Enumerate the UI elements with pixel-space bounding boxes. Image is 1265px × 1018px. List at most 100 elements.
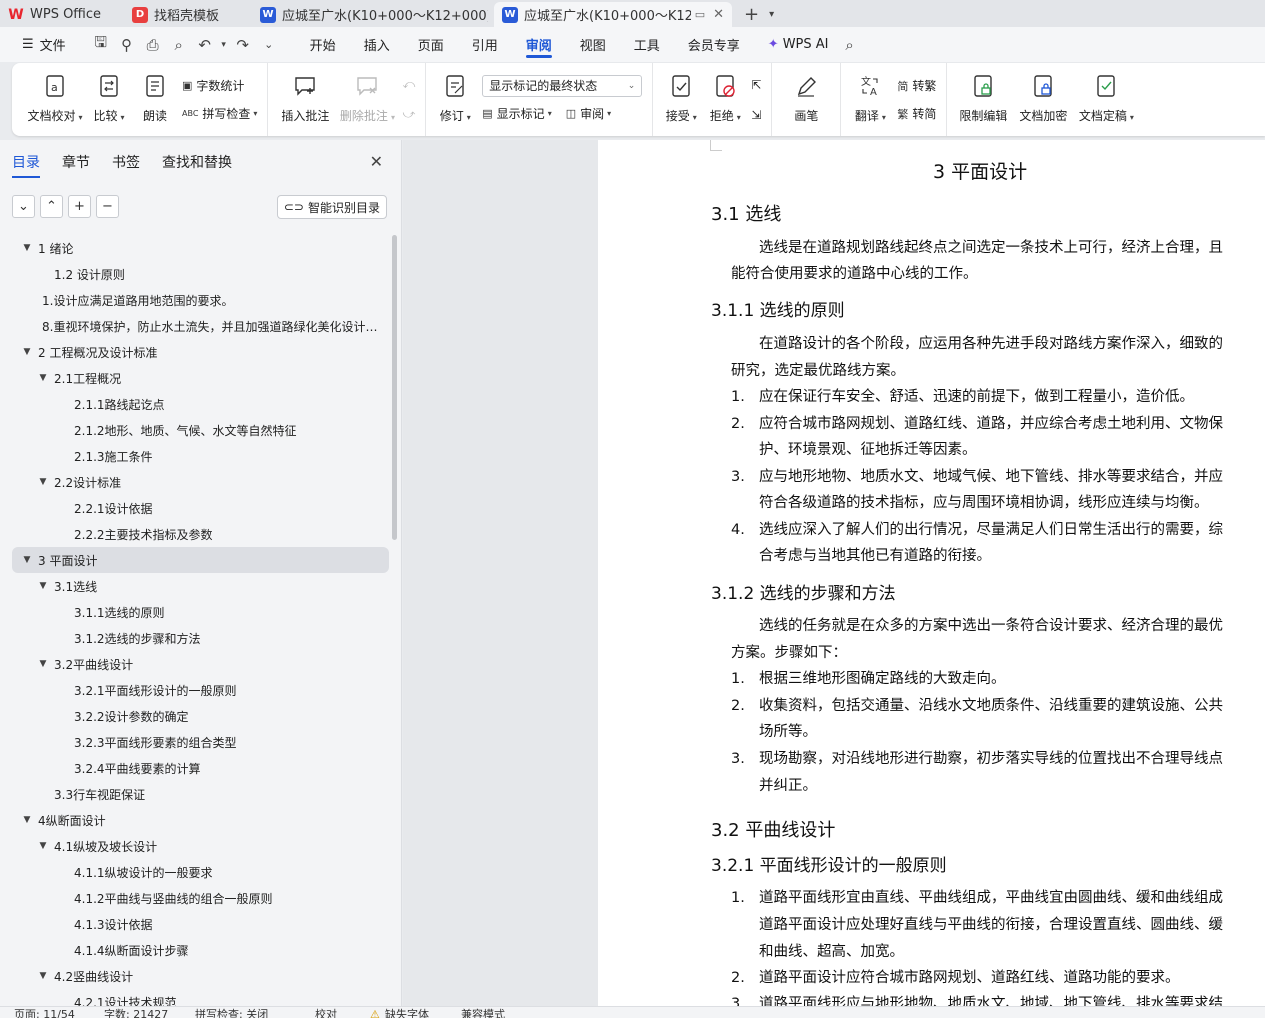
finalize-button[interactable]: 文档定稿 ▾ bbox=[1073, 63, 1139, 136]
print-icon[interactable]: ⎙ bbox=[140, 36, 166, 54]
reject-button[interactable]: 拒绝 ▾ bbox=[703, 63, 747, 136]
tab-references[interactable]: 引用 bbox=[458, 27, 512, 62]
tab-tools[interactable]: 工具 bbox=[620, 27, 674, 62]
close-icon[interactable]: ✕ bbox=[713, 7, 724, 22]
missing-font-status[interactable]: 缺失字体 bbox=[385, 1007, 429, 1018]
redo-icon[interactable]: ↷ bbox=[230, 36, 256, 54]
toc-item[interactable]: 3.1.1选线的原则 bbox=[12, 599, 389, 625]
toc-item[interactable]: 3.2.1平面线形设计的一般原则 bbox=[12, 677, 389, 703]
previous-comment-icon[interactable]: ⤺ bbox=[402, 74, 415, 96]
print-preview-icon[interactable]: ⌕ bbox=[166, 36, 192, 54]
expanded-triangle-icon[interactable]: ▼ bbox=[36, 659, 50, 669]
more-chevron-icon[interactable]: ⌄ bbox=[256, 38, 282, 51]
search-icon[interactable]: ⌕ bbox=[837, 36, 863, 54]
to-simplified-button[interactable]: 繁转简 bbox=[897, 103, 936, 125]
toc-item[interactable]: 2.2.1设计依据 bbox=[12, 495, 389, 521]
toc-item[interactable]: ▼ 1 绪论 bbox=[12, 235, 389, 261]
expanded-triangle-icon[interactable]: ▼ bbox=[36, 581, 50, 591]
expanded-triangle-icon[interactable]: ▼ bbox=[36, 477, 50, 487]
restrict-edit-button[interactable]: 限制编辑 bbox=[953, 63, 1013, 136]
expanded-triangle-icon[interactable]: ▼ bbox=[20, 243, 34, 253]
toc-item[interactable]: 3.1.2选线的步骤和方法 bbox=[12, 625, 389, 651]
toc-item[interactable]: 2.1.3施工条件 bbox=[12, 443, 389, 469]
window-icon[interactable]: ▭ bbox=[695, 8, 705, 21]
chevron-down-icon[interactable]: ▾ bbox=[765, 2, 778, 27]
proof-status[interactable]: 校对 bbox=[315, 1007, 337, 1018]
toc-item[interactable]: 2.2.2主要技术指标及参数 bbox=[12, 521, 389, 547]
expanded-triangle-icon[interactable]: ▼ bbox=[20, 347, 34, 357]
previous-change-icon[interactable]: ⇱ bbox=[751, 74, 761, 96]
toc-item[interactable]: 4.1.2平曲线与竖曲线的组合一般原则 bbox=[12, 885, 389, 911]
toc-item[interactable]: 8.重视环境保护，防止水土流失，并且加强道路绿化美化设计… bbox=[12, 313, 389, 339]
word-count-button[interactable]: ▣ 字数统计 bbox=[182, 75, 257, 97]
link-icon[interactable]: ⚲ bbox=[114, 36, 140, 54]
remove-icon[interactable]: − bbox=[96, 194, 119, 218]
toc-item[interactable]: 2.1.1路线起讫点 bbox=[12, 391, 389, 417]
tab-wps-office[interactable]: W WPS Office bbox=[0, 2, 118, 27]
toc-item[interactable]: 1.设计应满足道路用地范围的要求。 bbox=[12, 287, 389, 313]
nav-tab-toc[interactable]: 目录 bbox=[12, 140, 40, 184]
toc-item[interactable]: ▼ 3.2平曲线设计 bbox=[12, 651, 389, 677]
translate-button[interactable]: 文A 翻译 ▾ bbox=[847, 63, 893, 136]
doc-check-button[interactable]: a 文档校对 ▾ bbox=[24, 63, 86, 136]
expanded-triangle-icon[interactable]: ▼ bbox=[20, 555, 34, 565]
encrypt-button[interactable]: 文档加密 bbox=[1013, 63, 1073, 136]
nav-tab-bookmarks[interactable]: 书签 bbox=[112, 140, 140, 184]
spell-check-button[interactable]: ABC 拼写检查 ▾ bbox=[182, 103, 257, 125]
expand-down-icon[interactable]: ⌄ bbox=[12, 194, 35, 218]
expanded-triangle-icon[interactable]: ▼ bbox=[36, 373, 50, 383]
toc-item[interactable]: ▼ 4.1纵坡及坡长设计 bbox=[12, 833, 389, 859]
file-menu[interactable]: ☰ 文件 bbox=[14, 27, 74, 62]
accept-button[interactable]: 接受 ▾ bbox=[659, 63, 703, 136]
smart-toc-button[interactable]: ⊂⊃ 智能识别目录 bbox=[276, 195, 387, 219]
expanded-triangle-icon[interactable]: ▼ bbox=[36, 841, 50, 851]
expanded-triangle-icon[interactable]: ▼ bbox=[36, 971, 50, 981]
toc-item[interactable]: ▼ 2.1工程概况 bbox=[12, 365, 389, 391]
undo-dropdown-icon[interactable]: ▾ bbox=[218, 40, 230, 50]
toc-item[interactable]: ▼ 2.2设计标准 bbox=[12, 469, 389, 495]
toc-item[interactable]: 3.2.2设计参数的确定 bbox=[12, 703, 389, 729]
undo-icon[interactable]: ↶ bbox=[192, 36, 218, 54]
nav-scrollbar[interactable] bbox=[392, 235, 397, 540]
compare-button[interactable]: 比较 ▾ bbox=[86, 63, 132, 136]
tab-document-1[interactable]: W 应城至广水(K10+000～K12+000)段 bbox=[252, 2, 488, 27]
tab-document-2[interactable]: W 应城至广水(K10+000～K12+ ▭ ✕ bbox=[494, 2, 732, 27]
tab-member[interactable]: 会员专享 bbox=[674, 27, 754, 62]
toc-item[interactable]: 4.1.4纵断面设计步骤 bbox=[12, 937, 389, 963]
toc-item[interactable]: 3.3行车视距保证 bbox=[12, 781, 389, 807]
new-tab-plus-icon[interactable]: + bbox=[738, 2, 765, 27]
toc-item[interactable]: ▼ 4纵断面设计 bbox=[12, 807, 389, 833]
insert-comment-button[interactable]: 插入批注 bbox=[274, 63, 336, 136]
tab-view[interactable]: 视图 bbox=[566, 27, 620, 62]
save-icon[interactable]: 🖫 bbox=[88, 32, 114, 57]
toc-item[interactable]: ▼ 3.1选线 bbox=[12, 573, 389, 599]
pen-button[interactable]: 画笔 bbox=[778, 63, 834, 136]
close-icon[interactable]: ✕ bbox=[370, 152, 383, 171]
tab-insert[interactable]: 插入 bbox=[350, 27, 404, 62]
delete-comment-button[interactable]: 删除批注 ▾ bbox=[336, 63, 398, 136]
nav-tab-sections[interactable]: 章节 bbox=[62, 140, 90, 184]
collapse-up-icon[interactable]: ⌃ bbox=[40, 194, 63, 218]
read-aloud-button[interactable]: 朗读 bbox=[132, 63, 178, 136]
toc-item[interactable]: 4.1.3设计依据 bbox=[12, 911, 389, 937]
spell-check-status[interactable]: 拼写检查: 关闭 bbox=[195, 1007, 268, 1018]
tab-home[interactable]: 开始 bbox=[296, 27, 350, 62]
page-indicator[interactable]: 页面: 11/54 bbox=[14, 1007, 75, 1018]
toc-item[interactable]: 1.2 设计原则 bbox=[12, 261, 389, 287]
show-markup-button[interactable]: ▤ 显示标记 ▾ bbox=[482, 103, 551, 125]
wps-ai-button[interactable]: ✦ WPS AI bbox=[760, 27, 837, 62]
expanded-triangle-icon[interactable]: ▼ bbox=[20, 815, 34, 825]
review-pane-button[interactable]: ◫ 审阅 ▾ bbox=[566, 103, 611, 125]
tab-page[interactable]: 页面 bbox=[404, 27, 458, 62]
toc-item[interactable]: 4.1.1纵坡设计的一般要求 bbox=[12, 859, 389, 885]
toc-item[interactable]: 2.1.2地形、地质、气候、水文等自然特征 bbox=[12, 417, 389, 443]
markup-state-select[interactable]: 显示标记的最终状态 ⌄ bbox=[482, 74, 643, 97]
next-comment-icon[interactable]: ⤻ bbox=[402, 104, 415, 126]
add-icon[interactable]: + bbox=[68, 194, 91, 218]
revise-button[interactable]: 修订 ▾ bbox=[432, 63, 478, 136]
word-count-status[interactable]: 字数: 21427 bbox=[104, 1007, 168, 1018]
tab-review[interactable]: 审阅 bbox=[512, 27, 566, 62]
document-page[interactable]: 3 平面设计 3.1 选线 选线是在道路规划路线起终点之间选定一条技术上可行，经济上… bbox=[598, 140, 1265, 1006]
toc-item[interactable]: 3.2.3平面线形要素的组合类型 bbox=[12, 729, 389, 755]
toc-item[interactable]: 3.2.4平曲线要素的计算 bbox=[12, 755, 389, 781]
